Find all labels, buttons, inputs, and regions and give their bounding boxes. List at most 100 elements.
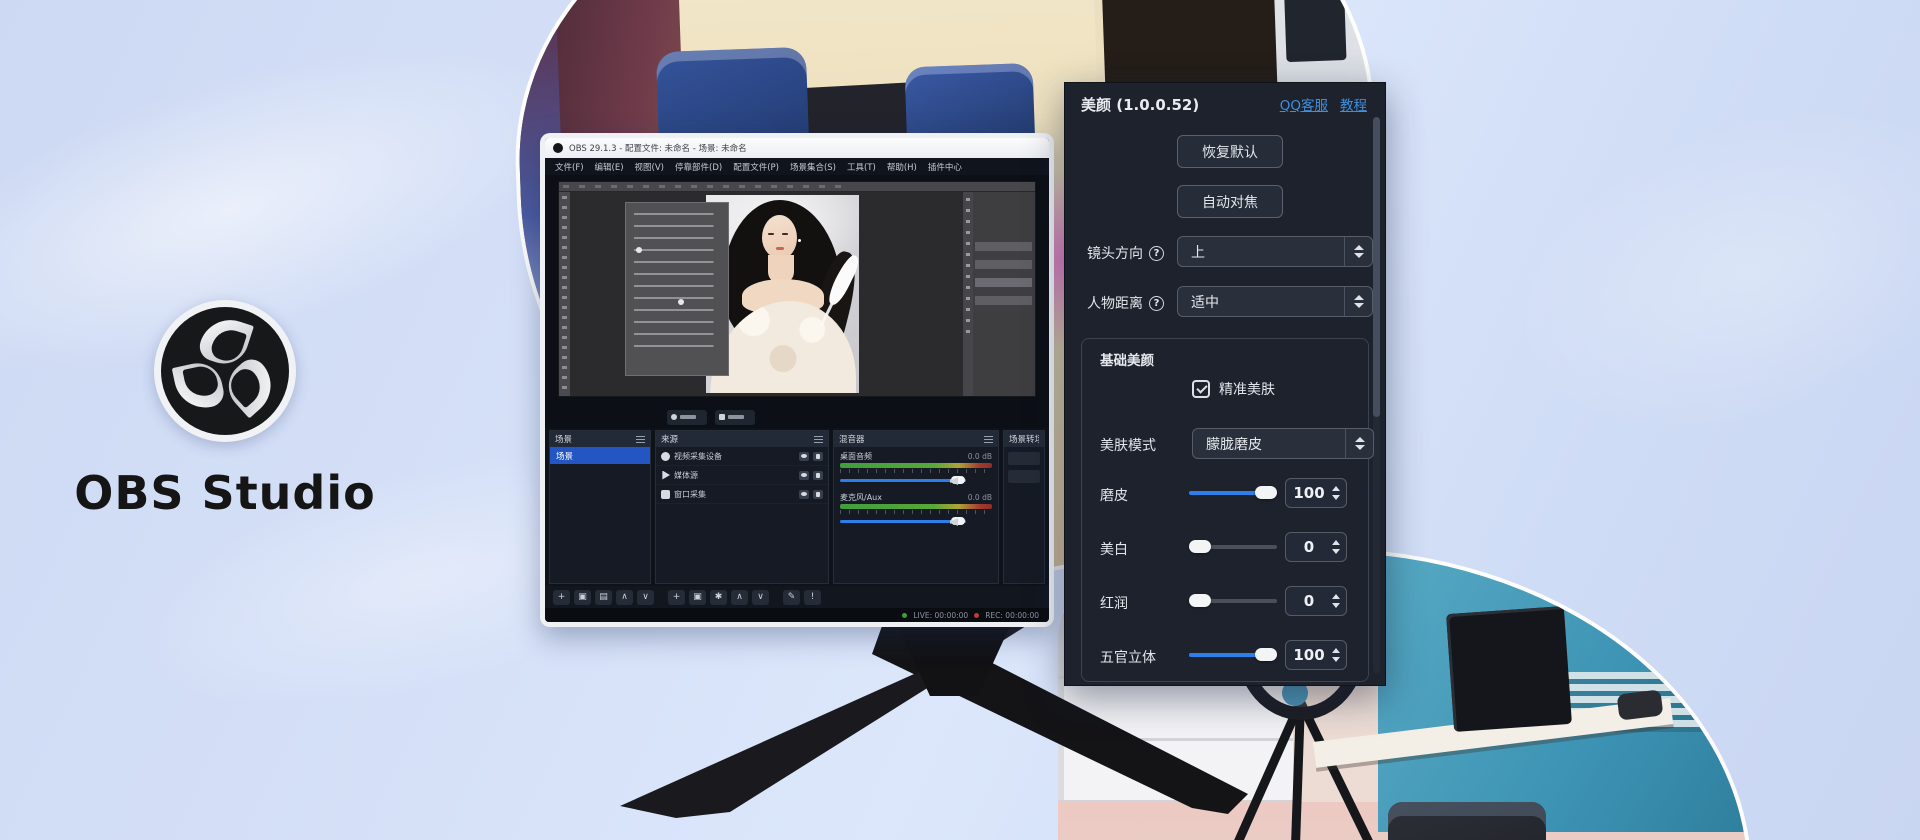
spin-down-icon[interactable] [1332,549,1340,554]
duplicate-icon[interactable]: ▤ [595,590,612,605]
scene-row-selected[interactable]: 场景 [550,447,650,464]
preview-chip[interactable] [667,410,707,425]
trash-icon[interactable]: ▣ [574,590,591,605]
value-spinbox[interactable]: 100 [1285,640,1347,670]
menu-item[interactable]: 场景集合(S) [790,161,836,173]
obs-window: OBS 29.1.3 - 配置文件: 未命名 - 场景: 未命名 文件(F)编辑… [545,138,1049,622]
checkbox-checked-icon[interactable] [1192,380,1210,398]
precise-skin-checkbox-row[interactable]: 精准美肤 [1192,379,1275,399]
spin-up-icon[interactable] [1332,486,1340,491]
volume-slider[interactable] [840,516,966,526]
slider-handle[interactable] [1189,594,1211,607]
spin-down-icon[interactable] [1332,657,1340,662]
menu-item[interactable]: 配置文件(P) [733,161,779,173]
live-timer: LIVE: 00:00:00 [913,611,968,620]
spin-up-icon[interactable] [1332,648,1340,653]
move-up-icon[interactable]: ∧ [731,590,748,605]
trash-icon[interactable]: ▣ [689,590,706,605]
spinbox-arrows-icon[interactable] [1332,540,1346,554]
person-distance-select[interactable]: 适中 [1177,286,1373,317]
lock-icon[interactable] [813,452,823,461]
beauty-slider[interactable] [1189,648,1277,662]
obs-docks: 场景 场景 来源 视频采集设备媒体源窗口采集 [545,428,1049,586]
source-row[interactable]: 窗口采集 [656,485,828,504]
face [762,215,797,259]
help-icon[interactable]: ? [1149,246,1164,261]
beauty-slider[interactable] [1189,486,1277,500]
eye [782,233,788,235]
spinbox-arrows-icon[interactable] [1332,486,1346,500]
restore-defaults-button[interactable]: 恢复默认 [1177,135,1283,168]
美白-label: 美白 [1100,539,1128,559]
beauty-slider[interactable] [1189,540,1277,554]
source-row[interactable]: 媒体源 [656,466,828,485]
spinbox-arrows-icon[interactable] [1332,648,1346,662]
menu-item[interactable]: 工具(T) [847,161,876,173]
spin-up-icon[interactable] [1332,540,1340,545]
volume-slider-track [840,520,966,523]
spin-up-icon[interactable] [1332,594,1340,599]
beauty-slider-row: 红润0 [1082,586,1368,617]
ps-floating-dialog [625,202,729,376]
move-down-icon[interactable]: ∨ [752,590,769,605]
dock-menu-icon[interactable] [814,436,823,443]
beauty-slider-row: 五官立体 100 [1082,640,1368,671]
menu-item[interactable]: 帮助(H) [887,161,917,173]
visibility-eye-icon[interactable] [799,471,809,480]
person-distance-label: 人物距离 ? [1087,293,1164,313]
autofocus-button[interactable]: 自动对焦 [1177,185,1283,218]
scenes-dock-header: 场景 [550,431,650,447]
add-icon[interactable]: + [553,590,570,605]
move-up-icon[interactable]: ∧ [616,590,633,605]
select-spinner-icon[interactable] [1344,287,1372,316]
meter-ticks [840,469,992,473]
basic-beauty-title: 基础美颜 [1100,349,1154,369]
alert-icon[interactable]: ! [804,590,821,605]
menu-item[interactable]: 编辑(E) [595,161,624,173]
visibility-eye-icon[interactable] [799,490,809,499]
source-row[interactable]: 视频采集设备 [656,447,828,466]
rec-icon [974,613,979,618]
select-spinner-icon[interactable] [1345,429,1373,458]
value-spinbox[interactable]: 0 [1285,586,1347,616]
add-icon[interactable]: + [668,590,685,605]
transition-duration[interactable] [1008,470,1040,483]
qq-support-link[interactable]: QQ客服 [1280,94,1328,114]
menu-item[interactable]: 停靠部件(D) [675,161,722,173]
transitions-dock-header: 场景转场 [1004,431,1044,447]
panel-scrollbar[interactable] [1373,117,1380,673]
skin-mode-select[interactable]: 朦胧磨皮 [1192,428,1374,459]
lock-icon[interactable] [813,490,823,499]
select-spinner-icon[interactable] [1344,237,1372,266]
value-spinbox[interactable]: 0 [1285,532,1347,562]
slider-handle[interactable] [1255,648,1277,661]
五官立体-label: 五官立体 [1100,647,1156,667]
mixer-channel-name-row: 桌面音频0.0 dB [840,451,992,462]
visibility-eye-icon[interactable] [799,452,809,461]
background-streak [1464,44,1920,497]
beauty-slider[interactable] [1189,594,1277,608]
lock-icon[interactable] [813,471,823,480]
spinbox-arrows-icon[interactable] [1332,594,1346,608]
preview-chip[interactable] [715,410,755,425]
tutorial-link[interactable]: 教程 [1340,94,1367,114]
menu-item[interactable]: 视图(V) [635,161,664,173]
menu-item[interactable]: 插件中心 [928,161,962,173]
menu-item[interactable]: 文件(F) [555,161,584,173]
spin-down-icon[interactable] [1332,495,1340,500]
move-down-icon[interactable]: ∨ [637,590,654,605]
slider-handle[interactable] [1189,540,1211,553]
dock-menu-icon[interactable] [984,436,993,443]
settings-icon[interactable]: ✱ [710,590,727,605]
slider-handle[interactable] [1255,486,1277,499]
help-icon[interactable]: ? [1149,296,1164,311]
volume-slider[interactable] [840,475,966,485]
stream-health-icon [902,613,907,618]
transition-select[interactable] [1008,452,1040,465]
value-spinbox[interactable]: 100 [1285,478,1347,508]
obs-dock-toolbar: + ▣ ▤ ∧ ∨ + ▣ ✱ ∧ ∨ ✎! [545,586,1049,608]
dock-menu-icon[interactable] [636,436,645,443]
spin-down-icon[interactable] [1332,603,1340,608]
edit-icon[interactable]: ✎ [783,590,800,605]
camera-direction-select[interactable]: 上 [1177,236,1373,267]
